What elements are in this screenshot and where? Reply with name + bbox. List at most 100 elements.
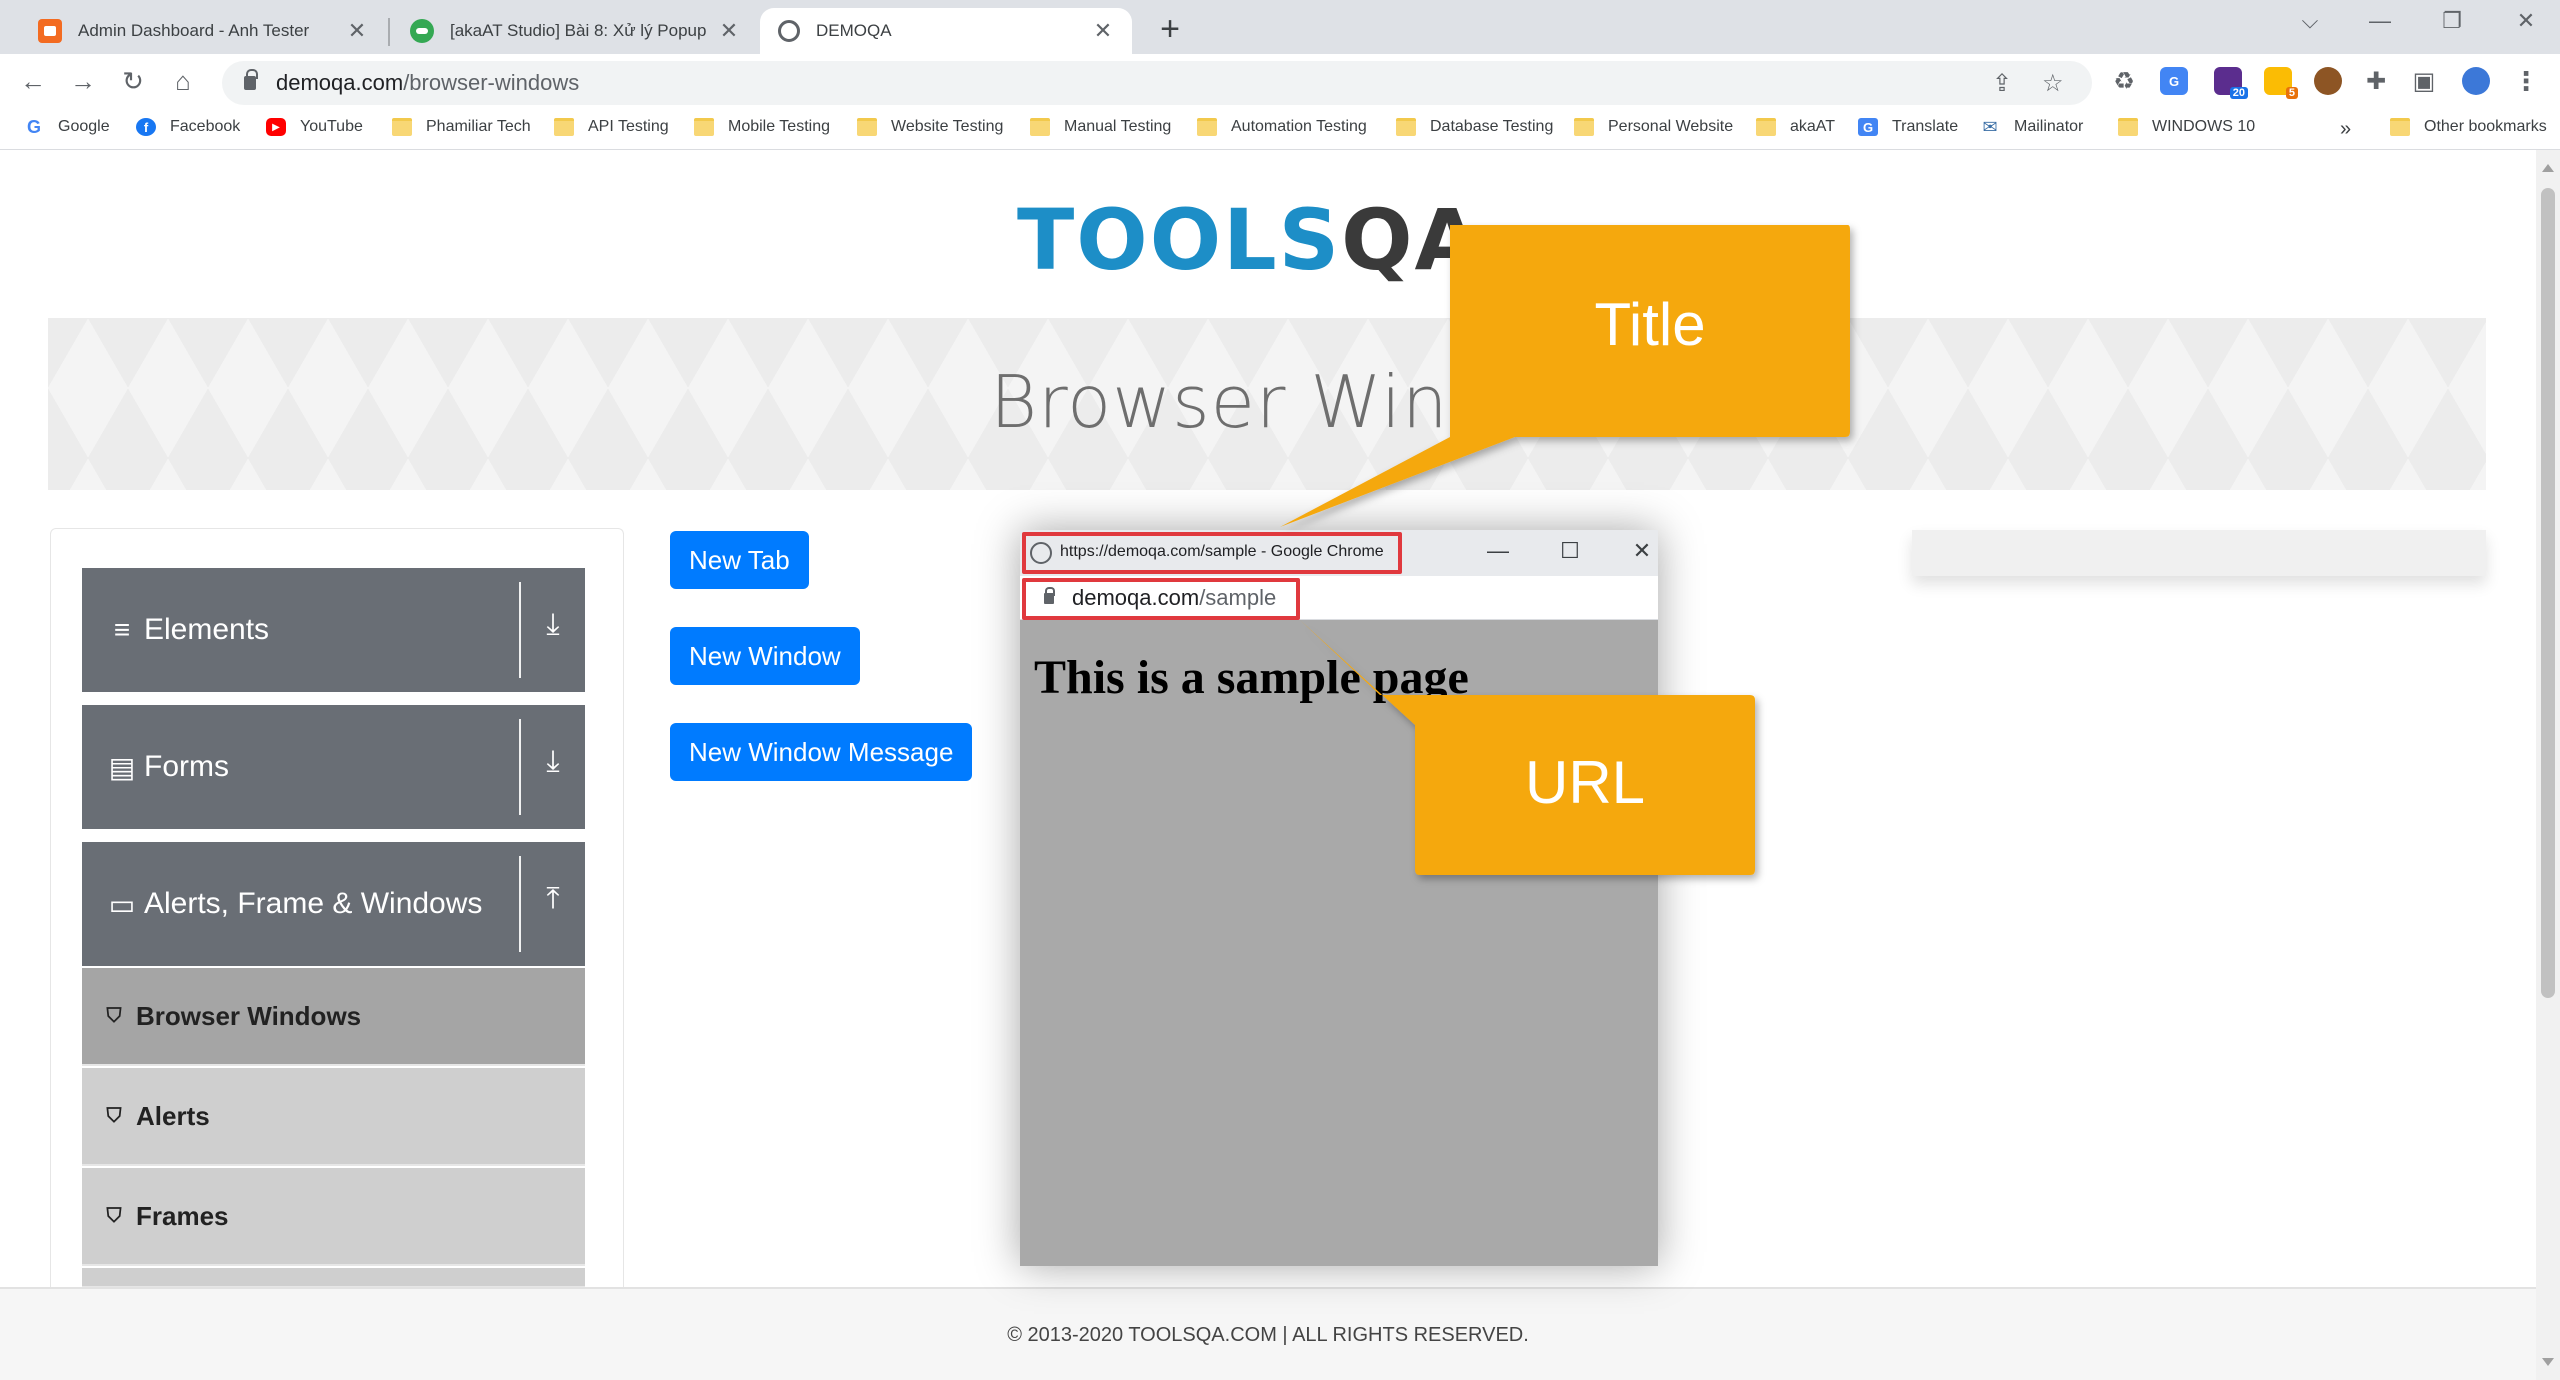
back-arrow-icon[interactable]: ← — [16, 66, 50, 97]
bookmark-folder-windows-10[interactable]: WINDOWS 10 — [2118, 118, 2255, 136]
share-icon[interactable]: ⇪ — [1992, 69, 2012, 98]
maximize-button[interactable]: ❐ — [2432, 8, 2472, 34]
tab-close-icon[interactable]: ✕ — [1092, 18, 1114, 44]
bookmark-folder-automation-testing[interactable]: Automation Testing — [1197, 118, 1367, 136]
popup-minimize-button[interactable]: — — [1480, 538, 1516, 564]
home-icon[interactable]: ⌂ — [166, 66, 200, 97]
collapse-arrow-icon[interactable]: ⤒ — [535, 882, 571, 916]
sidebar-item-browser-windows[interactable]: ⛉ Browser Windows — [82, 968, 585, 1066]
bookmark-star-icon[interactable]: ☆ — [2042, 69, 2064, 98]
bookmark-label: Facebook — [170, 118, 241, 135]
google-icon: G — [26, 116, 41, 137]
sidebar-item-label: Browser Windows — [136, 1000, 362, 1031]
bookmark-folder-website-testing[interactable]: Website Testing — [857, 118, 1003, 136]
google-translate-icon[interactable]: G — [2160, 67, 2188, 95]
tab-close-icon[interactable]: ✕ — [718, 18, 740, 44]
new-window-button[interactable]: New Window — [670, 627, 860, 685]
profile-avatar-icon[interactable] — [2462, 67, 2490, 95]
bookmark-folder-phamiliar-tech[interactable]: Phamiliar Tech — [392, 118, 531, 136]
tab-admin-dashboard[interactable]: Admin Dashboard - Anh Tester ✕ — [20, 8, 386, 54]
akaat-icon — [410, 19, 434, 43]
new-window-message-button[interactable]: New Window Message — [670, 723, 973, 781]
tab-title: DEMOQA — [816, 21, 892, 40]
bookmark-translate[interactable]: G Translate — [1858, 118, 1958, 136]
popup-close-button[interactable]: ✕ — [1624, 538, 1660, 564]
bookmark-folder-personal-website[interactable]: Personal Website — [1574, 118, 1733, 136]
sidebar-item-label: Frames — [136, 1200, 229, 1231]
url-path: /browser-windows — [403, 70, 580, 95]
reload-icon[interactable]: ↻ — [116, 66, 150, 97]
browser-toolbar: ← → ↻ ⌂ demoqa.com/browser-windows ⇪ ☆ ♻… — [0, 54, 2560, 110]
tab-akaat-studio[interactable]: [akaAT Studio] Bài 8: Xử lý Popup Windo … — [392, 8, 758, 54]
html5-icon: ⛉ — [106, 1104, 122, 1127]
folder-icon — [554, 118, 574, 136]
footer: © 2013-2020 TOOLSQA.COM | ALL RIGHTS RES… — [0, 1287, 2536, 1380]
bookmark-facebook[interactable]: f Facebook — [136, 118, 240, 136]
close-window-button[interactable]: ✕ — [2506, 8, 2546, 34]
page-scrollbar[interactable] — [2536, 150, 2560, 1380]
folder-icon — [1197, 118, 1217, 136]
graduation-cap-icon[interactable]: 20 — [2214, 67, 2248, 99]
sidebar-group-alerts-frame-windows[interactable]: ▭ Alerts, Frame & Windows ⤒ — [82, 842, 585, 966]
expand-arrow-icon[interactable]: ⤓ — [535, 608, 571, 642]
puzzle-icon[interactable]: ✚ — [2362, 67, 2390, 95]
ad-banner — [1912, 530, 2486, 576]
folder-icon — [694, 118, 714, 136]
html5-icon: ⛉ — [106, 1204, 122, 1227]
tab-demoqa[interactable]: DEMOQA ✕ — [760, 8, 1132, 54]
sidebar-item-alerts[interactable]: ⛉ Alerts — [82, 1068, 585, 1166]
bookmark-folder-manual-testing[interactable]: Manual Testing — [1030, 118, 1171, 136]
side-panel-icon[interactable]: ▣ — [2410, 67, 2438, 95]
sidebar-group-elements[interactable]: ≡ Elements ⤓ — [82, 568, 585, 692]
popup-window[interactable]: https://demoqa.com/sample - Google Chrom… — [1020, 530, 1658, 1266]
other-bookmarks[interactable]: Other bookmarks — [2390, 118, 2547, 136]
folder-icon — [2118, 118, 2138, 136]
bookmark-youtube[interactable]: ▶ YouTube — [266, 118, 363, 136]
bookmark-label: Website Testing — [891, 118, 1004, 135]
cookie-icon[interactable] — [2314, 67, 2342, 95]
minimize-button[interactable]: — — [2360, 8, 2400, 34]
sidebar-group-forms[interactable]: ▤ Forms ⤓ — [82, 705, 585, 829]
recycle-icon[interactable]: ♻ — [2110, 67, 2138, 95]
sidebar-item-label: Alerts — [136, 1100, 210, 1131]
bookmarks-overflow-chevron-icon[interactable]: » — [2340, 118, 2351, 141]
expand-arrow-icon[interactable]: ⤓ — [535, 745, 571, 779]
bookmark-folder-database-testing[interactable]: Database Testing — [1396, 118, 1553, 136]
bookmark-label: Manual Testing — [1064, 118, 1172, 135]
sidebar-item-partial[interactable] — [82, 1268, 585, 1288]
form-icon: ▤ — [108, 751, 136, 783]
bookmark-label: Phamiliar Tech — [426, 118, 531, 135]
toolsqa-logo[interactable]: TOOLSQA — [1017, 195, 1482, 285]
popup-maximize-button[interactable]: ☐ — [1552, 538, 1588, 564]
sidebar-group-label: Elements — [144, 613, 270, 646]
scroll-up-arrow-icon[interactable] — [2542, 164, 2554, 172]
lightbulb-icon[interactable]: 5 — [2264, 67, 2298, 99]
bookmark-folder-api-testing[interactable]: API Testing — [554, 118, 669, 136]
kebab-menu-icon[interactable]: ⋮ — [2512, 66, 2540, 96]
extension-badge: 5 — [2285, 87, 2298, 99]
scrollbar-thumb[interactable] — [2541, 188, 2555, 998]
tab-search-chevron-icon[interactable]: ⌵ — [2290, 8, 2330, 34]
address-bar[interactable]: demoqa.com/browser-windows ⇪ ☆ — [222, 61, 2092, 105]
title-callout-label: Title — [1594, 291, 1706, 358]
bookmark-folder-mobile-testing[interactable]: Mobile Testing — [694, 118, 830, 136]
tab-title: Admin Dashboard - Anh Tester — [78, 21, 310, 40]
title-highlight-box — [1022, 532, 1402, 574]
hamburger-icon: ≡ — [113, 614, 131, 645]
new-tab-button[interactable]: New Tab — [670, 531, 809, 589]
popup-page-heading: This is a sample page — [1034, 651, 1469, 704]
bookmark-mailinator[interactable]: ✉ Mailinator — [1980, 117, 2083, 137]
sidebar-item-frames[interactable]: ⛉ Frames — [82, 1168, 585, 1266]
bookmark-google[interactable]: G Google — [24, 116, 110, 137]
bookmarks-bar: G Google f Facebook ▶ YouTube Phamiliar Tec… — [0, 110, 2560, 150]
bookmark-label: Personal Website — [1608, 118, 1734, 135]
tab-close-icon[interactable]: ✕ — [346, 18, 368, 44]
new-tab-button[interactable]: + — [1152, 10, 1188, 49]
bookmark-folder-akaat[interactable]: akaAT — [1756, 118, 1835, 136]
tab-strip: Admin Dashboard - Anh Tester ✕ [akaAT St… — [0, 0, 2560, 54]
lock-icon[interactable] — [244, 69, 258, 90]
logo-text-qa: QA — [1341, 191, 1482, 289]
bookmark-label: WINDOWS 10 — [2152, 118, 2256, 135]
forward-arrow-icon[interactable]: → — [66, 66, 100, 97]
scroll-down-arrow-icon[interactable] — [2542, 1358, 2554, 1366]
